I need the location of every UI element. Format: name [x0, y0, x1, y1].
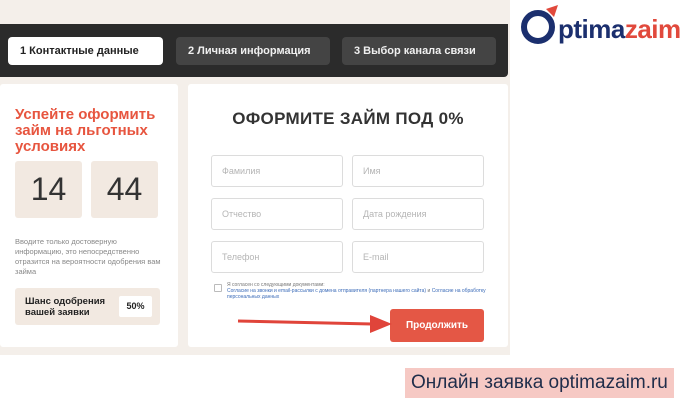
logo-wordmark: ptimazaim — [558, 14, 681, 44]
form-title: ОФОРМИТЕ ЗАЙМ ПОД 0% — [232, 109, 464, 128]
countdown-minutes: 44 — [91, 161, 158, 218]
promo-panel: Успейте оформить займ на льготных услови… — [0, 84, 178, 347]
caption-banner: Онлайн заявка optimazaim.ru — [405, 368, 674, 398]
approval-chance-box: Шанс одобрения вашей заявки 50% — [15, 288, 160, 325]
approval-chance-label: Шанс одобрения вашей заявки — [25, 296, 106, 318]
step-tab-channel[interactable]: 3 Выбор канала связи — [342, 37, 496, 65]
birth-date-field[interactable] — [352, 198, 484, 230]
consent-checkbox[interactable] — [214, 284, 222, 292]
phone-field[interactable] — [211, 241, 343, 273]
countdown-hours: 14 — [15, 161, 82, 218]
consent-text: Я согласен со следующими документами: Со… — [227, 282, 489, 300]
logo-o-mark-icon — [521, 5, 558, 44]
promo-hint-text: Вводите только достоверную информацию, э… — [15, 237, 161, 276]
promo-title: Успейте оформить займ на льготных услови… — [15, 106, 156, 155]
steps-bar: 1 Контактные данные 2 Личная информация … — [0, 24, 508, 77]
last-name-field[interactable] — [211, 155, 343, 187]
step-tab-contact[interactable]: 1 Контактные данные — [8, 37, 163, 65]
middle-name-field[interactable] — [211, 198, 343, 230]
approval-chance-value: 50% — [119, 296, 152, 317]
first-name-field[interactable] — [352, 155, 484, 187]
continue-button[interactable]: Продолжить — [390, 309, 484, 342]
email-field[interactable] — [352, 241, 484, 273]
loan-form-panel: ОФОРМИТЕ ЗАЙМ ПОД 0% Я согласен со следу… — [188, 84, 508, 347]
optimazaim-logo: ptimazaim — [514, 0, 700, 54]
step-tab-personal[interactable]: 2 Личная информация — [176, 37, 330, 65]
